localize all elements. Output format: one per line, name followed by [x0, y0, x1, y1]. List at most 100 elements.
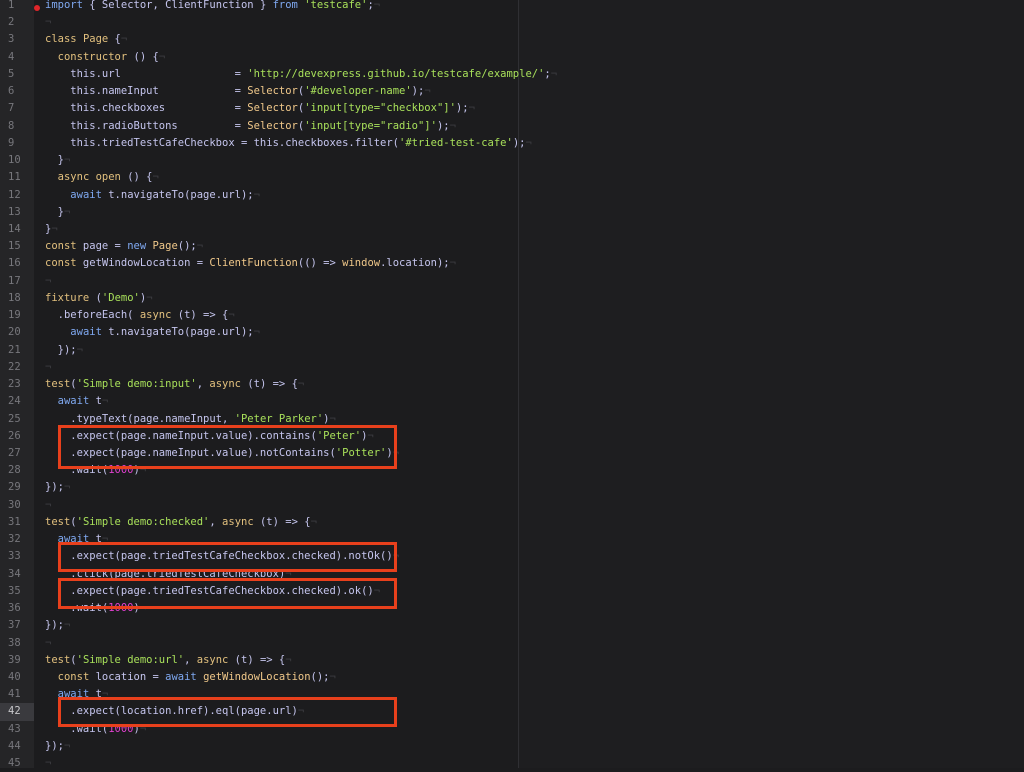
line-number[interactable]: 8 — [0, 118, 34, 135]
code-token: from — [272, 0, 298, 11]
end-of-line-marker: ¬ — [45, 360, 52, 373]
breakpoint-icon[interactable] — [34, 5, 40, 11]
line-number[interactable]: 16 — [0, 255, 34, 272]
line-number[interactable]: 40 — [0, 669, 34, 686]
line-number[interactable]: 12 — [0, 187, 34, 204]
line-number[interactable]: 6 — [0, 83, 34, 100]
line-number[interactable]: 1 — [0, 0, 34, 14]
line-number[interactable]: 25 — [0, 411, 34, 428]
code-token: 'Demo' — [101, 291, 140, 304]
code-line[interactable]: 5 this.url = 'http://devexpress.github.i… — [0, 66, 557, 83]
code-line[interactable]: 44});¬ — [0, 738, 518, 755]
code-line[interactable]: 20 await t.navigateTo(page.url);¬ — [0, 324, 518, 341]
code-text: constructor () {¬ — [45, 49, 165, 66]
line-number[interactable]: 39 — [0, 652, 34, 669]
code-token: 'testcafe' — [304, 0, 368, 11]
code-line[interactable]: 10 }¬ — [0, 152, 518, 169]
line-number[interactable]: 14 — [0, 221, 34, 238]
line-number[interactable]: 24 — [0, 393, 34, 410]
code-line[interactable]: 17 ¬ — [0, 273, 518, 290]
code-line[interactable]: 12 await t.navigateTo(page.url);¬ — [0, 187, 518, 204]
code-line[interactable]: 39 test('Simple demo:url', async (t) => {… — [0, 652, 518, 669]
line-number[interactable]: 42 — [0, 703, 34, 721]
line-number[interactable]: 2 — [0, 14, 34, 31]
line-number[interactable]: 15 — [0, 238, 34, 255]
line-number[interactable]: 21 — [0, 342, 34, 359]
code-token: this.radioButtons = — [45, 119, 248, 132]
line-number[interactable]: 30 — [0, 497, 34, 514]
code-text: });¬ — [45, 617, 70, 634]
line-number[interactable]: 19 — [0, 307, 34, 324]
code-token: , — [196, 378, 210, 391]
highlight-box-notok-assertion — [58, 542, 397, 572]
code-line[interactable]: 8 this.radioButtons = Selector('input[ty… — [0, 118, 518, 135]
code-line[interactable]: 45 ¬ — [0, 755, 518, 772]
line-number[interactable]: 20 — [0, 324, 34, 341]
code-line[interactable]: 37 });¬ — [0, 617, 518, 634]
code-line[interactable]: 7 this.checkboxes = Selector('input[type… — [0, 100, 518, 117]
end-of-line-marker: ¬ — [253, 326, 260, 339]
code-line[interactable]: 19 .beforeEach( async (t) => {¬ — [0, 307, 518, 324]
line-number[interactable]: 7 — [0, 100, 34, 117]
code-line[interactable]: 22 ¬ — [0, 359, 518, 376]
line-number[interactable]: 10 — [0, 152, 34, 169]
editor-empty-area[interactable] — [519, 0, 1024, 768]
code-token: this.nameInput = — [45, 85, 248, 98]
code-line[interactable]: 30 ¬ — [0, 497, 518, 514]
line-number[interactable]: 38 — [0, 635, 34, 652]
line-number[interactable]: 18 — [0, 290, 34, 307]
line-number[interactable]: 29 — [0, 479, 34, 496]
end-of-line-marker: ¬ — [120, 33, 128, 46]
line-number[interactable]: 31 — [0, 514, 34, 531]
code-line[interactable]: 18 fixture ('Demo')¬ — [0, 290, 518, 307]
line-number[interactable]: 13 — [0, 204, 34, 221]
line-number[interactable]: 22 — [0, 359, 34, 376]
code-line[interactable]: 4 constructor () {¬ — [0, 49, 518, 66]
code-token: (); — [310, 670, 330, 683]
line-number[interactable]: 28 — [0, 462, 34, 479]
line-number[interactable]: 9 — [0, 135, 34, 152]
code-line[interactable]: 16 const getWindowLocation = ClientFuncti… — [0, 255, 518, 272]
code-line[interactable]: 15 const page = new Page();¬ — [0, 238, 518, 255]
code-line[interactable]: 1 import { Selector, ClientFunction } fro… — [0, 0, 518, 14]
line-number[interactable]: 11 — [0, 169, 34, 186]
code-line[interactable]: 14}¬ — [0, 221, 518, 238]
code-token: async — [139, 309, 172, 322]
code-line[interactable]: 23 test('Simple demo:input', async (t) =>… — [0, 376, 518, 393]
code-token: import — [45, 0, 83, 11]
line-number[interactable]: 23 — [0, 376, 34, 393]
code-text: this.nameInput = Selector('#developer-na… — [45, 83, 430, 100]
line-number[interactable]: 45 — [0, 755, 34, 772]
line-number[interactable]: 32 — [0, 531, 34, 548]
line-number[interactable]: 27 — [0, 445, 34, 462]
line-number[interactable]: 35 — [0, 583, 34, 600]
code-line[interactable]: 9 this.triedTestCafeCheckbox = this.chec… — [0, 135, 532, 152]
code-line[interactable]: 3 class Page {¬ — [0, 31, 518, 48]
code-line[interactable]: 38 ¬ — [0, 635, 518, 652]
line-number[interactable]: 26 — [0, 428, 34, 445]
line-number[interactable]: 17 — [0, 273, 34, 290]
end-of-line-marker: ¬ — [45, 636, 52, 649]
code-line[interactable]: 11 async open () {¬ — [0, 169, 518, 186]
line-number[interactable]: 43 — [0, 721, 34, 738]
line-number[interactable]: 41 — [0, 686, 34, 703]
code-line[interactable]: 13 }¬ — [0, 204, 518, 221]
line-number[interactable]: 44 — [0, 738, 34, 755]
code-line[interactable]: 29});¬ — [0, 479, 518, 496]
line-number[interactable]: 4 — [0, 49, 34, 66]
line-number[interactable]: 33 — [0, 548, 34, 565]
line-number[interactable]: 34 — [0, 566, 34, 583]
line-number[interactable]: 36 — [0, 600, 34, 617]
end-of-line-marker: ¬ — [76, 343, 83, 356]
code-line[interactable]: 21 });¬ — [0, 342, 518, 359]
code-line[interactable]: 2 ¬ — [0, 14, 518, 31]
line-number[interactable]: 37 — [0, 617, 34, 634]
code-line[interactable]: 31 test('Simple demo:checked', async (t) … — [0, 514, 518, 531]
code-line[interactable]: 6 this.nameInput = Selector('#developer-… — [0, 83, 518, 100]
line-number[interactable]: 3 — [0, 31, 34, 48]
code-token: open — [95, 171, 121, 184]
code-line[interactable]: 40 const location = await getWindowLocat… — [0, 669, 518, 686]
line-number[interactable]: 5 — [0, 66, 34, 83]
code-line[interactable]: 24 await t¬ — [0, 393, 518, 410]
